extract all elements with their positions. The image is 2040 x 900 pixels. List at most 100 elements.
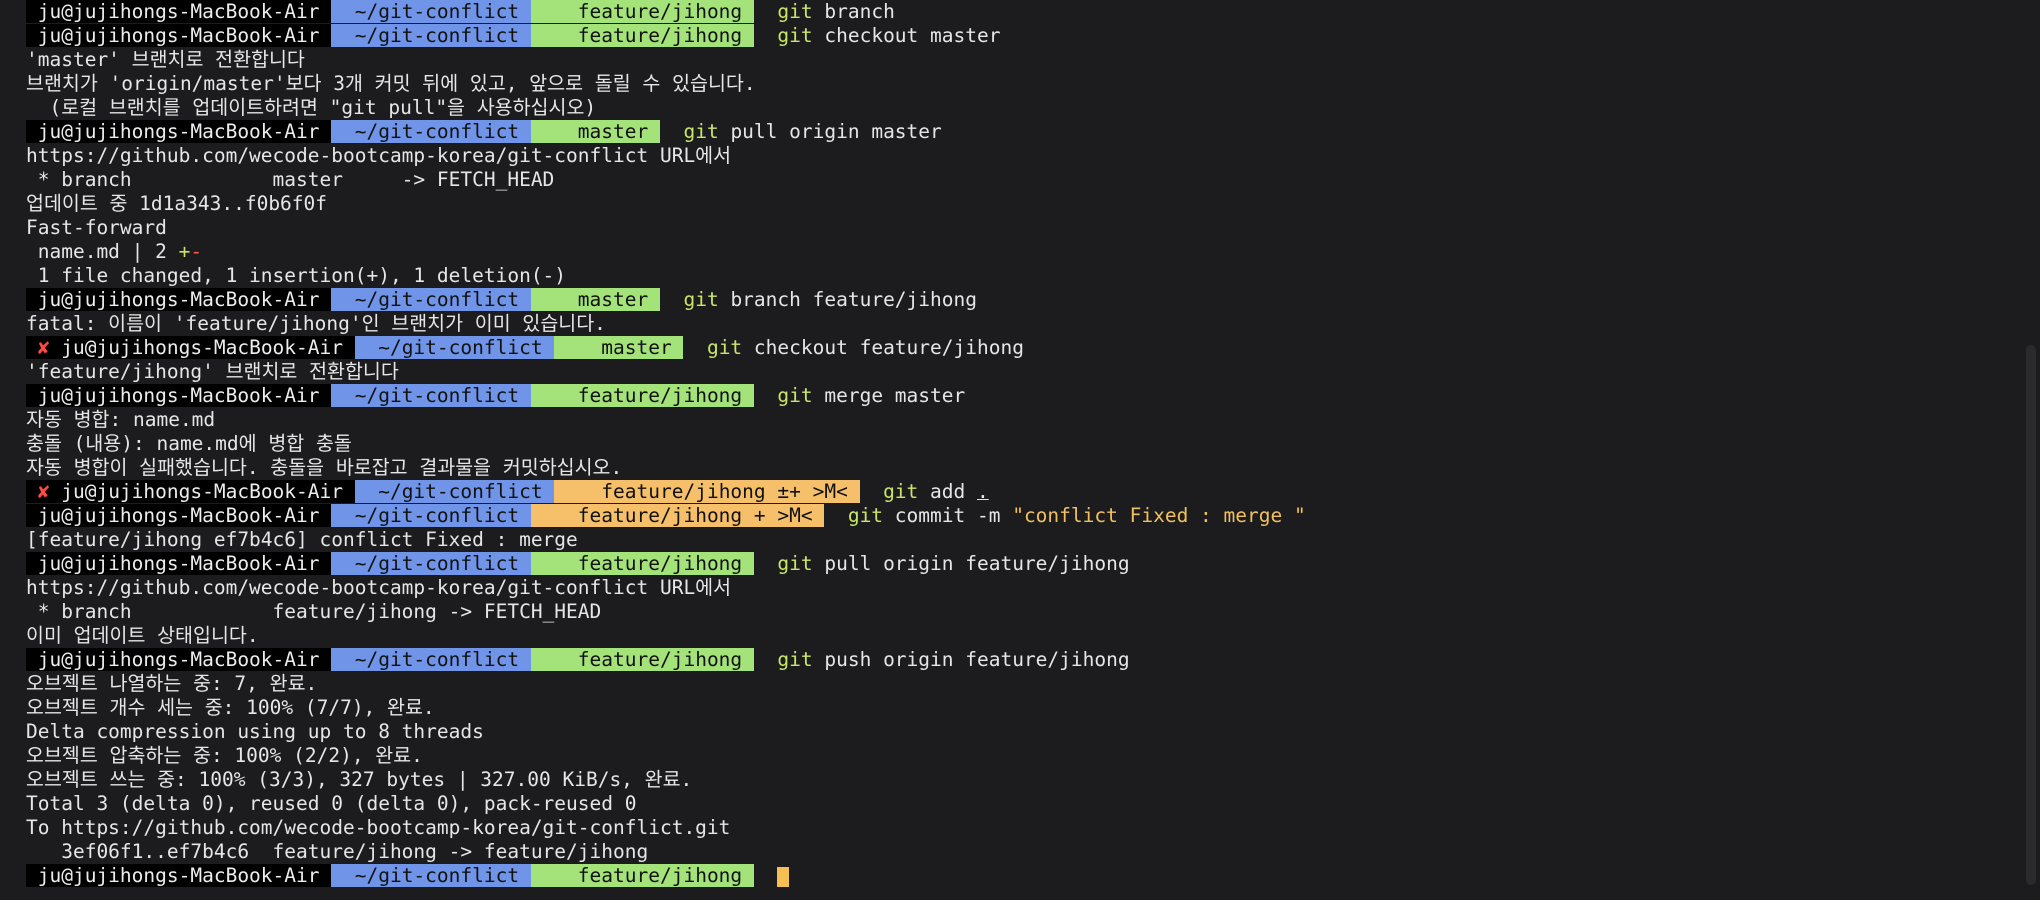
prompt-user-host: ju@jujihongs-MacBook-Air [26,288,332,311]
prompt-directory: ~/git-conflict [331,648,531,671]
prompt-git-branch-dirty: feature/jihong ±+ >M< [554,480,860,503]
text-segment: 'feature/jihong' 브랜치로 전환합니다 [26,360,399,383]
text-segment: [feature/jihong ef7b4c6] conflict Fixed … [26,528,578,551]
text-segment: 충돌 (내용): name.md에 병합 충돌 [26,432,352,455]
text-segment: Total 3 (delta 0), reused 0 (delta 0), p… [26,792,637,815]
text-segment: (로컬 브랜치를 업데이트하려면 "git pull"을 사용하십시오) [26,96,597,119]
text-segment [683,336,706,359]
command-name: git [777,648,813,671]
prompt-git-branch: feature/jihong [530,384,754,407]
prompt-git-branch: feature/jihong [530,552,754,575]
terminal-output[interactable]: ju@jujihongs-MacBook-Air ~/git-conflict … [26,0,2000,888]
output-line: 3ef06f1..ef7b4c6 feature/jihong -> featu… [26,840,2000,864]
prompt-line: ju@jujihongs-MacBook-Air ~/git-conflict … [26,384,2000,408]
text-segment: 이미 업데이트 상태입니다. [26,624,259,647]
text-segment: pull origin master [718,120,942,143]
command-string-arg: "conflict Fixed : merge " [1012,504,1306,527]
prompt-directory: ~/git-conflict [331,864,531,887]
terminal-scrollbar[interactable] [2026,345,2036,885]
prompt-user-host: ju@jujihongs-MacBook-Air [26,384,332,407]
prompt-user-host: ju@jujihongs-MacBook-Air [26,0,332,23]
prompt-directory: ~/git-conflict [331,24,531,47]
prompt-user-host: ju@jujihongs-MacBook-Air [61,336,355,359]
text-segment: fatal: 이름이 'feature/jihong'인 브랜치가 이미 있습니… [26,312,606,335]
prompt-git-branch: master [530,288,660,311]
prompt-directory: ~/git-conflict [354,480,555,503]
prompt-user-host: ju@jujihongs-MacBook-Air [26,864,332,887]
command-path-arg: . [977,480,989,503]
prompt-line: ju@jujihongs-MacBook-Air ~/git-conflict … [26,552,2000,576]
output-line: 이미 업데이트 상태입니다. [26,624,2000,648]
text-segment: 오브젝트 나열하는 중: 7, 완료. [26,672,318,695]
text-segment: * branch master -> FETCH_HEAD [26,168,555,191]
text-segment: Fast-forward [26,216,167,239]
prompt-git-branch: master [530,120,660,143]
diff-deletion: - [190,240,203,263]
text-segment: pull origin feature/jihong [812,552,1130,575]
output-line: 'feature/jihong' 브랜치로 전환합니다 [26,360,2000,384]
diff-insertion: + [178,240,191,263]
prompt-directory: ~/git-conflict [331,288,531,311]
prompt-git-branch: feature/jihong [530,864,754,887]
prompt-user-host: ju@jujihongs-MacBook-Air [26,24,332,47]
prompt-line: ju@jujihongs-MacBook-Air ~/git-conflict … [26,504,2000,528]
prompt-line: ✘ ju@jujihongs-MacBook-Air ~/git-conflic… [26,480,2000,504]
output-line: Delta compression using up to 8 threads [26,720,2000,744]
text-segment: name.md | 2 [26,240,179,263]
text-segment: push origin feature/jihong [812,648,1130,671]
output-line: 1 file changed, 1 insertion(+), 1 deleti… [26,264,2000,288]
text-segment: 업데이트 중 1d1a343..f0b6f0f [26,192,328,215]
text-segment: 브랜치가 'origin/master'보다 3개 커밋 뒤에 있고, 앞으로 … [26,72,756,95]
text-segment: 자동 병합이 실패했습니다. 충돌을 바로잡고 결과물을 커밋하십시오. [26,456,623,479]
text-segment [754,552,777,575]
command-name: git [777,552,813,575]
text-segment [754,864,777,887]
prompt-line: ju@jujihongs-MacBook-Air ~/git-conflict … [26,24,2000,48]
prompt-user-host: ju@jujihongs-MacBook-Air [26,504,332,527]
output-line: https://github.com/wecode-bootcamp-korea… [26,144,2000,168]
output-line: 'master' 브랜치로 전환합니다 [26,48,2000,72]
text-segment [860,480,883,503]
text-segment: * branch feature/jihong -> FETCH_HEAD [26,600,602,623]
text-segment: 3ef06f1..ef7b4c6 feature/jihong -> featu… [26,840,649,863]
prompt-git-branch: master [554,336,684,359]
text-segment: merge master [812,384,966,407]
output-line: 오브젝트 쓰는 중: 100% (3/3), 327 bytes | 327.0… [26,768,2000,792]
output-line: 오브젝트 개수 세는 중: 100% (7/7), 완료. [26,696,2000,720]
text-segment: 1 file changed, 1 insertion(+), 1 deleti… [26,264,567,287]
text-segment: Delta compression using up to 8 threads [26,720,484,743]
output-line: To https://github.com/wecode-bootcamp-ko… [26,816,2000,840]
output-line: * branch feature/jihong -> FETCH_HEAD [26,600,2000,624]
text-segment: 자동 병합: name.md [26,408,216,431]
prompt-line: ju@jujihongs-MacBook-Air ~/git-conflict … [26,864,2000,888]
command-name: git [683,120,719,143]
prompt-git-branch: feature/jihong [530,648,754,671]
text-segment: checkout master [812,24,1001,47]
text-segment [754,0,777,23]
prompt-git-branch: feature/jihong [530,24,754,47]
prompt-user-host: ju@jujihongs-MacBook-Air [26,552,332,575]
text-segment: 'master' 브랜치로 전환합니다 [26,48,305,71]
output-line: * branch master -> FETCH_HEAD [26,168,2000,192]
output-line: [feature/jihong ef7b4c6] conflict Fixed … [26,528,2000,552]
prompt-git-branch: feature/jihong [530,0,754,23]
text-segment [754,648,777,671]
prompt-git-branch-dirty: feature/jihong + >M< [530,504,825,527]
output-line: 충돌 (내용): name.md에 병합 충돌 [26,432,2000,456]
text-segment [660,288,683,311]
error-status-icon: ✘ [26,480,62,503]
output-line: fatal: 이름이 'feature/jihong'인 브랜치가 이미 있습니… [26,312,2000,336]
text-segment [824,504,847,527]
prompt-directory: ~/git-conflict [331,504,531,527]
command-name: git [777,384,813,407]
output-line: 자동 병합이 실패했습니다. 충돌을 바로잡고 결과물을 커밋하십시오. [26,456,2000,480]
output-line: 오브젝트 나열하는 중: 7, 완료. [26,672,2000,696]
prompt-user-host: ju@jujihongs-MacBook-Air [26,120,332,143]
text-segment: branch feature/jihong [718,288,977,311]
output-line: Fast-forward [26,216,2000,240]
text-segment: 오브젝트 개수 세는 중: 100% (7/7), 완료. [26,696,435,719]
prompt-directory: ~/git-conflict [331,120,531,143]
command-name: git [883,480,919,503]
prompt-user-host: ju@jujihongs-MacBook-Air [26,648,332,671]
text-segment [754,384,777,407]
